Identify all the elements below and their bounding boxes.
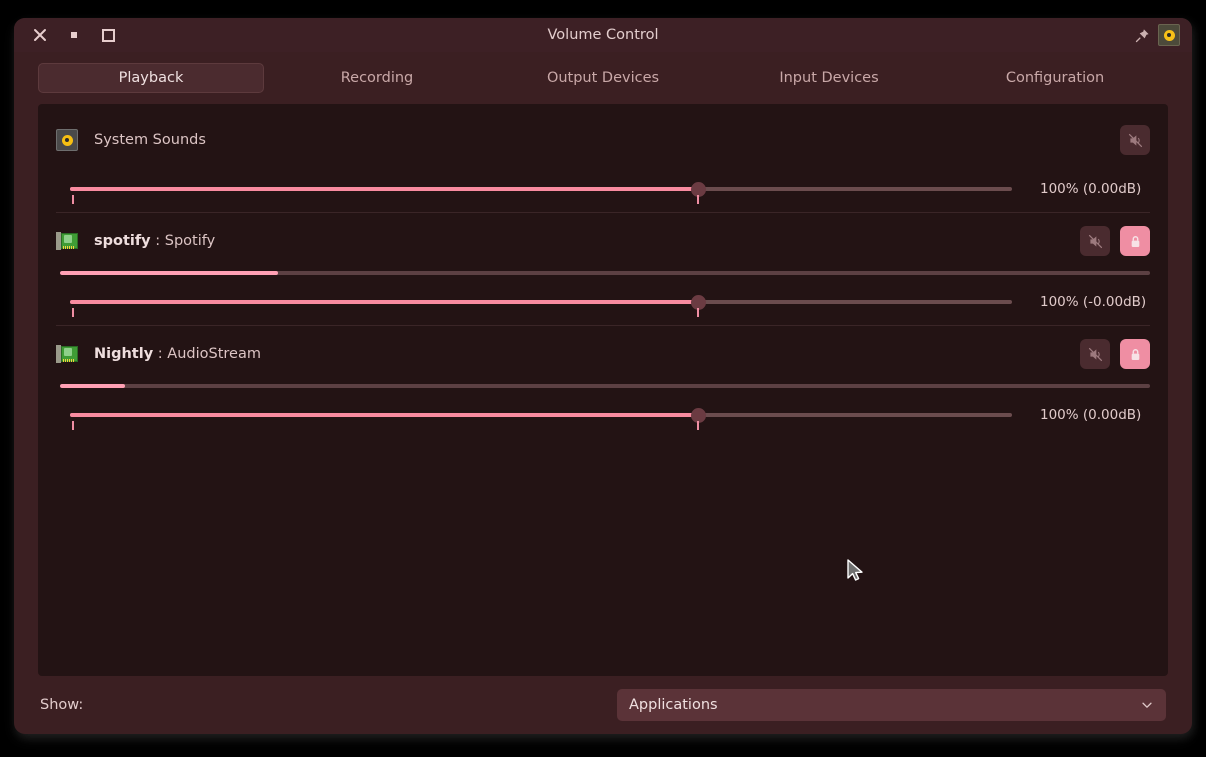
volume-value-label: 100% (0.00dB) bbox=[1040, 181, 1142, 197]
maximize-icon[interactable] bbox=[98, 25, 118, 45]
volume-slider-row: 100% (0.00dB) bbox=[56, 176, 1150, 204]
mute-button[interactable] bbox=[1080, 226, 1110, 256]
tab-recording[interactable]: Recording bbox=[264, 63, 490, 93]
tab-output-devices[interactable]: Output Devices bbox=[490, 63, 716, 93]
stream-header: System Sounds bbox=[56, 118, 1150, 162]
slider-tick-min bbox=[72, 195, 74, 204]
soundcard-icon bbox=[56, 230, 78, 252]
stream-row-spotify: spotify : Spotify 100% (-0.00dB) bbox=[56, 219, 1150, 332]
stream-actions bbox=[1120, 125, 1150, 155]
divider bbox=[56, 325, 1150, 326]
tab-playback[interactable]: Playback bbox=[38, 63, 264, 93]
slider-tick-min bbox=[72, 308, 74, 317]
tab-configuration[interactable]: Configuration bbox=[942, 63, 1168, 93]
soundcard-icon bbox=[56, 343, 78, 365]
volume-slider-row: 100% (-0.00dB) bbox=[56, 289, 1150, 317]
slider-fill bbox=[70, 413, 698, 417]
speaker-icon bbox=[56, 129, 78, 151]
title-bar-actions bbox=[1135, 24, 1192, 46]
peak-level-fill bbox=[60, 271, 278, 275]
window-title: Volume Control bbox=[547, 27, 659, 43]
lock-channels-button[interactable] bbox=[1120, 339, 1150, 369]
title-bar: Volume Control bbox=[14, 18, 1192, 52]
lock-channels-button[interactable] bbox=[1120, 226, 1150, 256]
tab-input-devices[interactable]: Input Devices bbox=[716, 63, 942, 93]
footer-bar: Show: Applications bbox=[14, 676, 1192, 734]
volume-value-label: 100% (-0.00dB) bbox=[1040, 294, 1147, 310]
volume-slider-row: 100% (0.00dB) bbox=[56, 402, 1150, 430]
stream-header: Nightly : AudioStream bbox=[56, 332, 1150, 376]
slider-fill bbox=[70, 300, 698, 304]
slider-fill bbox=[70, 187, 698, 191]
stream-app-text: : Spotify bbox=[155, 233, 216, 249]
close-icon[interactable] bbox=[30, 25, 50, 45]
show-filter-value: Applications bbox=[629, 697, 718, 713]
minimize-icon[interactable] bbox=[64, 25, 84, 45]
slider-tick-current bbox=[697, 195, 699, 204]
peak-level-fill bbox=[60, 384, 126, 388]
tab-bar: Playback Recording Output Devices Input … bbox=[14, 52, 1192, 104]
stream-header: spotify : Spotify bbox=[56, 219, 1150, 263]
stream-name-text: spotify bbox=[94, 233, 151, 249]
show-label: Show: bbox=[40, 697, 84, 713]
stream-title: System Sounds bbox=[94, 132, 206, 148]
stream-actions bbox=[1080, 339, 1150, 369]
stream-actions bbox=[1080, 226, 1150, 256]
volume-slider[interactable] bbox=[56, 176, 1026, 204]
volume-slider[interactable] bbox=[56, 402, 1026, 430]
screen: Volume Control Playback Recording Output… bbox=[0, 0, 1206, 757]
volume-value-label: 100% (0.00dB) bbox=[1040, 407, 1142, 423]
stream-row-system-sounds: System Sounds 100% (0.00dB) bbox=[56, 118, 1150, 219]
stream-list: System Sounds 100% (0.00dB) spotify: Sp… bbox=[38, 104, 1168, 434]
divider bbox=[56, 212, 1150, 213]
playback-panel: System Sounds 100% (0.00dB) spotify: Sp… bbox=[38, 104, 1168, 676]
slider-tick-current bbox=[697, 308, 699, 317]
stream-title: spotify : Spotify bbox=[94, 233, 215, 249]
stream-name-text: System Sounds bbox=[94, 132, 206, 148]
show-filter-dropdown[interactable]: Applications bbox=[617, 689, 1166, 721]
slider-tick-min bbox=[72, 421, 74, 430]
mute-button[interactable] bbox=[1120, 125, 1150, 155]
chevron-down-icon bbox=[1140, 698, 1154, 712]
volume-slider[interactable] bbox=[56, 289, 1026, 317]
slider-tick-current bbox=[697, 421, 699, 430]
peak-level-meter bbox=[60, 271, 1150, 275]
mute-button[interactable] bbox=[1080, 339, 1110, 369]
volume-tray-icon[interactable] bbox=[1158, 24, 1180, 46]
stream-app-text: : AudioStream bbox=[157, 346, 261, 362]
window-controls bbox=[14, 25, 118, 45]
peak-level-meter bbox=[60, 384, 1150, 388]
stream-row-nightly: Nightly : AudioStream 100% (0.00dB) bbox=[56, 332, 1150, 434]
pin-icon[interactable] bbox=[1135, 28, 1150, 43]
volume-control-window: Volume Control Playback Recording Output… bbox=[14, 18, 1192, 734]
stream-title: Nightly : AudioStream bbox=[94, 346, 261, 362]
stream-name-text: Nightly bbox=[94, 346, 154, 362]
